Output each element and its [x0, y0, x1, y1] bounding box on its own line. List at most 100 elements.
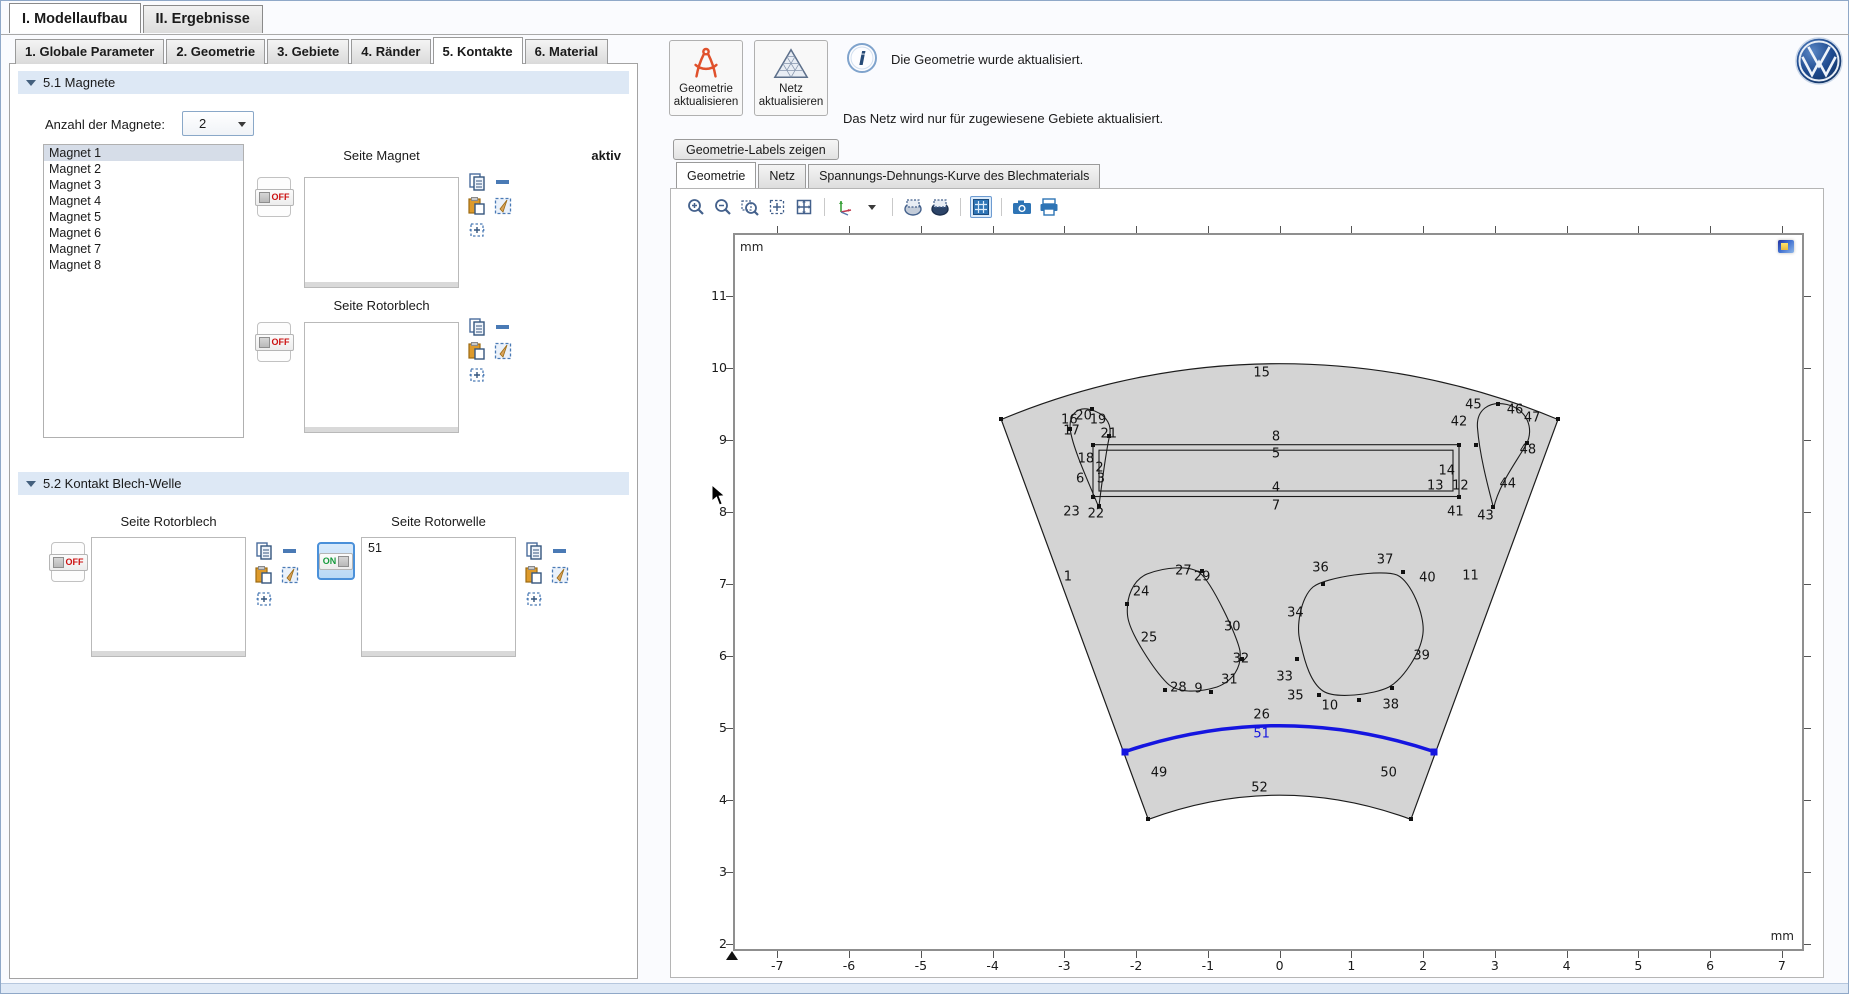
seite-rotorblech-selection-box[interactable]	[304, 322, 459, 433]
paste-icon[interactable]	[254, 565, 274, 585]
zoom-selected-icon[interactable]	[467, 220, 487, 240]
geometry-label-17: 17	[1063, 424, 1080, 439]
copy-icon[interactable]	[524, 541, 544, 561]
x-tick-label: -3	[1044, 958, 1084, 973]
copy-icon[interactable]	[467, 317, 487, 337]
geometry-label-47: 47	[1524, 411, 1541, 426]
x-tick-label: 5	[1618, 958, 1658, 973]
tick	[1567, 951, 1568, 958]
magnet-list-item[interactable]: Magnet 2	[44, 161, 243, 177]
tab-geometrie[interactable]: 2. Geometrie	[166, 39, 265, 64]
tick	[1804, 728, 1811, 729]
scrollbar[interactable]	[92, 651, 245, 656]
gtab-geometrie[interactable]: Geometrie	[676, 162, 756, 188]
kontakt-rotorwelle-toggle[interactable]: ON	[317, 542, 355, 580]
geometry-label-50: 50	[1380, 765, 1397, 780]
clear-selection-icon[interactable]	[493, 341, 513, 361]
zoom-fit-icon[interactable]	[793, 196, 815, 218]
zoom-extents-icon[interactable]	[766, 196, 788, 218]
export-image-icon[interactable]	[902, 196, 924, 218]
plot-thumbnail-icon[interactable]	[1778, 240, 1794, 253]
vertex-marker	[1474, 443, 1478, 447]
selected-boundary[interactable]: 51	[362, 538, 515, 555]
anzahl-dropdown[interactable]: 2	[182, 111, 254, 136]
x-tick-label: -6	[829, 958, 869, 973]
main-tab-bar: I. Modellaufbau II. Ergebnisse	[9, 5, 265, 33]
tab-modellaufbau[interactable]: I. Modellaufbau	[9, 3, 141, 33]
clear-selection-icon[interactable]	[280, 565, 300, 585]
magnet-list-item[interactable]: Magnet 6	[44, 225, 243, 241]
remove-icon[interactable]	[493, 172, 513, 192]
update-mesh-button[interactable]: Netz aktualisieren	[754, 40, 828, 116]
geometry-label-51: 51	[1253, 726, 1270, 741]
tab-raender[interactable]: 4. Ränder	[351, 39, 430, 64]
tab-material[interactable]: 6. Material	[525, 39, 609, 64]
tick	[1638, 951, 1639, 958]
section-magnete-title: 5.1 Magnete	[43, 75, 115, 90]
tick	[726, 656, 733, 657]
section-magnete-header[interactable]: 5.1 Magnete	[18, 71, 629, 94]
vertex-marker	[1409, 817, 1413, 821]
kontakt-rotorblech-toggle[interactable]: OFF	[51, 542, 85, 582]
remove-icon[interactable]	[493, 317, 513, 337]
clear-selection-icon[interactable]	[550, 565, 570, 585]
scrollbar[interactable]	[305, 427, 458, 432]
kontakt-rotorwelle-selection-box[interactable]: 51	[361, 537, 516, 657]
magnet-list-item[interactable]: Magnet 5	[44, 209, 243, 225]
magnet-list-item[interactable]: Magnet 3	[44, 177, 243, 193]
seite-magnet-toggle[interactable]: OFF	[257, 177, 291, 217]
seite-rotorblech-title: Seite Rotorblech	[304, 298, 459, 313]
grid-toggle-icon[interactable]	[970, 196, 992, 218]
geometry-label-35: 35	[1287, 689, 1304, 704]
section-kontakt-header[interactable]: 5.2 Kontakt Blech-Welle	[18, 472, 629, 495]
geometrie-labels-button[interactable]: Geometrie-Labels zeigen	[673, 139, 839, 160]
paste-icon[interactable]	[524, 565, 544, 585]
magnet-list-item[interactable]: Magnet 1	[44, 145, 243, 161]
remove-icon[interactable]	[550, 541, 570, 561]
gtab-spannungs-kurve[interactable]: Spannungs-Dehnungs-Kurve des Blechmateri…	[808, 164, 1100, 188]
geometry-label-37: 37	[1377, 552, 1394, 567]
copy-icon[interactable]	[254, 541, 274, 561]
magnet-list-item[interactable]: Magnet 4	[44, 193, 243, 209]
zoom-selected-icon[interactable]	[254, 589, 274, 609]
zoom-box-icon[interactable]	[739, 196, 761, 218]
plot-canvas[interactable]: 1511185476323221821620191721454647424844…	[733, 233, 1804, 951]
magnet-list[interactable]: Magnet 1Magnet 2Magnet 3Magnet 4Magnet 5…	[43, 144, 244, 438]
seite-magnet-title: Seite Magnet	[304, 148, 459, 163]
tick	[1804, 368, 1811, 369]
tab-ergebnisse[interactable]: II. Ergebnisse	[143, 5, 263, 33]
tab-globale-parameter[interactable]: 1. Globale Parameter	[15, 39, 164, 64]
snapshot-camera-icon[interactable]	[1011, 196, 1033, 218]
print-icon[interactable]	[1038, 196, 1060, 218]
gtab-netz[interactable]: Netz	[758, 164, 806, 188]
scrollbar[interactable]	[362, 651, 515, 656]
off-toggle-icon: OFF	[255, 334, 294, 351]
tick	[993, 226, 994, 233]
paste-icon[interactable]	[467, 341, 487, 361]
view-dropdown-caret[interactable]	[861, 196, 883, 218]
view-orientation-icon[interactable]	[834, 196, 856, 218]
update-geometry-button[interactable]: Geometrie aktualisieren	[669, 40, 743, 116]
zoom-out-icon[interactable]	[712, 196, 734, 218]
paste-icon[interactable]	[467, 196, 487, 216]
clear-selection-icon[interactable]	[493, 196, 513, 216]
magnet-list-item[interactable]: Magnet 7	[44, 241, 243, 257]
zoom-in-icon[interactable]	[685, 196, 707, 218]
kontakt-rotorblech-selection-box[interactable]	[91, 537, 246, 657]
tab-kontakte[interactable]: 5. Kontakte	[433, 37, 523, 64]
tick	[726, 800, 733, 801]
geometry-label-24: 24	[1133, 585, 1150, 600]
copy-icon[interactable]	[467, 172, 487, 192]
tab-gebiete[interactable]: 3. Gebiete	[267, 39, 349, 64]
zoom-selected-icon[interactable]	[524, 589, 544, 609]
tick	[1710, 226, 1711, 233]
magnet-list-item[interactable]: Magnet 8	[44, 257, 243, 273]
geometry-label-6: 6	[1076, 472, 1084, 487]
geometry-label-34: 34	[1287, 605, 1304, 620]
scrollbar[interactable]	[305, 282, 458, 287]
remove-icon[interactable]	[280, 541, 300, 561]
zoom-selected-icon[interactable]	[467, 365, 487, 385]
export-image-dark-icon[interactable]	[929, 196, 951, 218]
seite-rotorblech-toggle[interactable]: OFF	[257, 322, 291, 362]
seite-magnet-selection-box[interactable]	[304, 177, 459, 288]
